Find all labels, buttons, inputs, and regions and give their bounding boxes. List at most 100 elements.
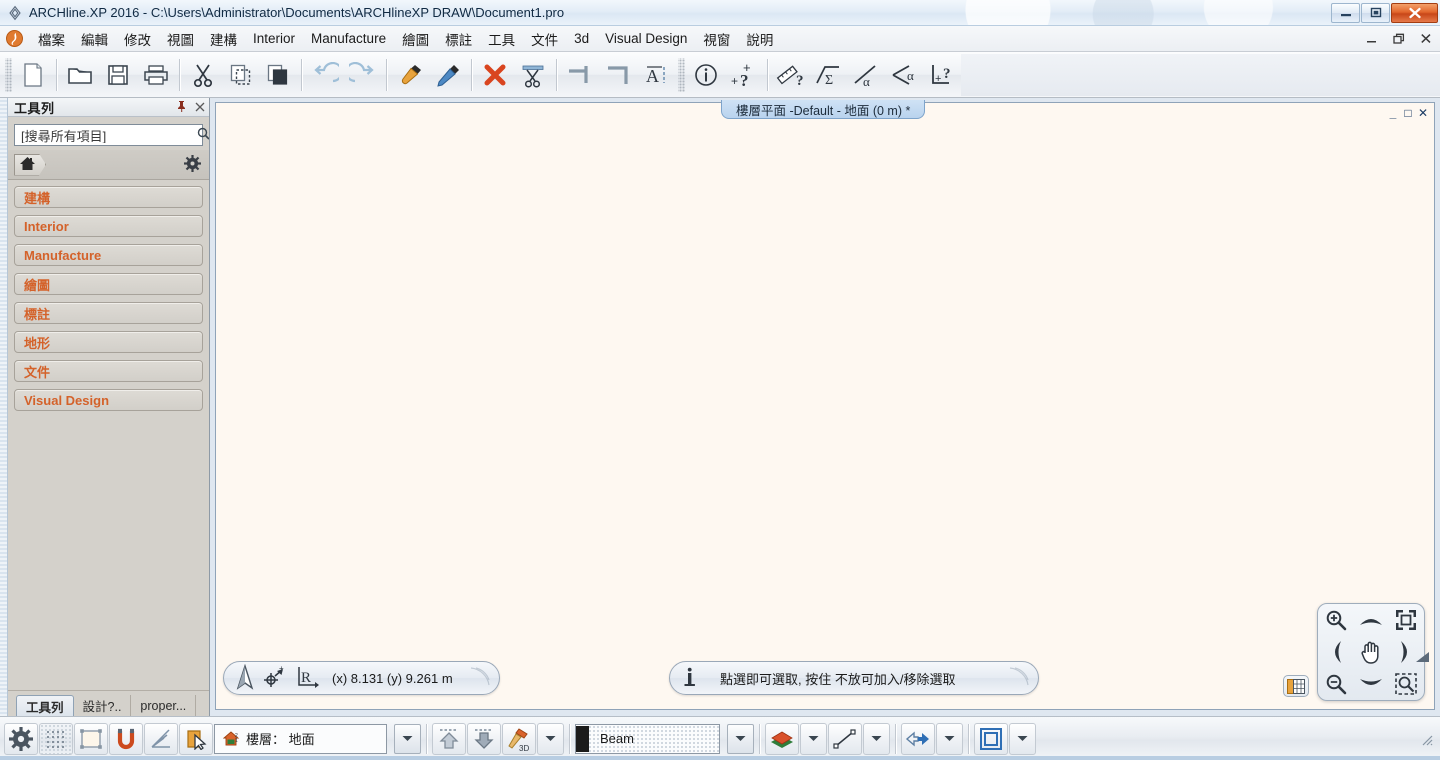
floor-selector-dropdown-button[interactable] <box>394 724 421 754</box>
panel-tab-toolbox[interactable]: 工具列 <box>16 695 74 716</box>
doc-minimize-button[interactable]: _ <box>1387 106 1399 119</box>
category-terrain[interactable]: 地形 <box>14 331 203 353</box>
measure-distance-button[interactable]: ? <box>772 55 810 95</box>
zoom-fit-button[interactable] <box>1389 604 1424 636</box>
level-up-button[interactable] <box>432 723 466 755</box>
menu-document[interactable]: 文件 <box>523 26 566 52</box>
menu-tools[interactable]: 工具 <box>480 26 523 52</box>
line-type-dropdown-button[interactable] <box>863 723 890 755</box>
bottom-scroll-strip[interactable] <box>0 756 1440 760</box>
pan-up-button[interactable] <box>1353 604 1388 636</box>
query-point-button[interactable]: + + ? <box>725 55 763 95</box>
left-dock-rail[interactable] <box>0 98 8 716</box>
close-icon[interactable] <box>195 100 205 115</box>
toolbar-grip[interactable] <box>5 58 12 92</box>
floor-selector[interactable]: 2 1 樓層： 地面 <box>214 724 387 754</box>
grid-toggle-button[interactable] <box>39 723 73 755</box>
panel-tab-design[interactable]: 設計?.. <box>74 695 132 716</box>
toolbar-grip[interactable] <box>678 58 685 92</box>
cut-button[interactable] <box>184 55 222 95</box>
category-build[interactable]: 建構 <box>14 186 203 208</box>
copy-button[interactable] <box>222 55 260 95</box>
dimension-style-dropdown-button[interactable] <box>936 723 963 755</box>
trim-corner-button[interactable] <box>561 55 599 95</box>
save-document-button[interactable] <box>99 55 137 95</box>
doc-restore-button[interactable]: □ <box>1402 106 1414 119</box>
angle-snap-button[interactable] <box>144 723 178 755</box>
menu-build[interactable]: 建構 <box>202 26 245 52</box>
doc-close-button[interactable]: ✕ <box>1417 106 1429 119</box>
search-box[interactable] <box>14 124 203 146</box>
crosshair-relative-icon[interactable]: + <box>262 664 288 693</box>
menu-dimension[interactable]: 標註 <box>437 26 480 52</box>
level-down-button[interactable] <box>467 723 501 755</box>
zoom-in-button[interactable] <box>1318 604 1353 636</box>
material-library-dropdown-button[interactable] <box>800 723 827 755</box>
mdi-close-button[interactable] <box>1419 32 1432 45</box>
print-button[interactable] <box>137 55 175 95</box>
menu-draw[interactable]: 繪圖 <box>394 26 437 52</box>
open-document-button[interactable] <box>61 55 99 95</box>
layer-color-swatch[interactable] <box>576 726 589 752</box>
resize-grip[interactable] <box>1419 732 1433 746</box>
layer-selector-dropdown-button[interactable] <box>727 724 754 754</box>
pin-icon[interactable] <box>176 100 187 115</box>
property-brush-button[interactable] <box>391 55 429 95</box>
settings-button[interactable] <box>4 723 38 755</box>
measure-height-button[interactable]: + ? <box>923 55 961 95</box>
document-tab[interactable]: 樓層平面 -Default - 地面 (0 m) * <box>721 100 925 119</box>
minimize-button[interactable] <box>1331 3 1360 23</box>
app-orb-icon[interactable] <box>6 30 23 47</box>
pan-hand-button[interactable] <box>1353 636 1388 668</box>
edit-3d-button[interactable]: 3D <box>502 723 536 755</box>
drawing-canvas[interactable] <box>216 103 1434 709</box>
mdi-minimize-button[interactable] <box>1365 32 1378 45</box>
category-draw[interactable]: 繪圖 <box>14 273 203 295</box>
menu-visual-design[interactable]: Visual Design <box>597 28 695 49</box>
property-picker-button[interactable] <box>429 55 467 95</box>
search-icon[interactable] <box>197 127 209 143</box>
pan-down-button[interactable] <box>1353 668 1388 700</box>
category-manufacture[interactable]: Manufacture <box>14 244 203 266</box>
close-button[interactable] <box>1391 3 1438 23</box>
snap-magnet-button[interactable] <box>109 723 143 755</box>
info-button[interactable] <box>687 55 725 95</box>
new-document-button[interactable] <box>14 55 52 95</box>
menu-file[interactable]: 檔案 <box>30 26 73 52</box>
text-edit-button[interactable]: A <box>637 55 675 95</box>
toolbox-settings-button[interactable] <box>184 155 201 175</box>
search-input[interactable] <box>21 128 197 143</box>
undo-button[interactable] <box>306 55 344 95</box>
mdi-restore-button[interactable] <box>1392 32 1405 45</box>
pan-left-button[interactable] <box>1318 636 1353 668</box>
frame-style-button[interactable] <box>974 723 1008 755</box>
select-layer-button[interactable] <box>179 723 213 755</box>
menu-3d[interactable]: 3d <box>566 28 597 49</box>
edit-3d-dropdown-button[interactable] <box>537 723 564 755</box>
frame-style-dropdown-button[interactable] <box>1009 723 1036 755</box>
page-frame-button[interactable] <box>74 723 108 755</box>
relative-axis-r-icon[interactable]: R <box>294 664 320 693</box>
trim-button[interactable] <box>514 55 552 95</box>
measure-angle-button[interactable]: α <box>885 55 923 95</box>
view-table-button[interactable] <box>1283 675 1309 697</box>
zoom-out-button[interactable] <box>1318 668 1353 700</box>
category-document[interactable]: 文件 <box>14 360 203 382</box>
category-dimension[interactable]: 標註 <box>14 302 203 324</box>
redo-button[interactable] <box>344 55 382 95</box>
north-arrow-icon[interactable] <box>234 664 256 693</box>
line-type-button[interactable] <box>828 723 862 755</box>
menu-view[interactable]: 視圖 <box>159 26 202 52</box>
menu-modify[interactable]: 修改 <box>116 26 159 52</box>
dimension-style-button[interactable] <box>901 723 935 755</box>
menu-interior[interactable]: Interior <box>245 28 303 49</box>
extend-corner-button[interactable] <box>599 55 637 95</box>
menu-window[interactable]: 視窗 <box>695 26 738 52</box>
menu-edit[interactable]: 編輯 <box>73 26 116 52</box>
home-breadcrumb-button[interactable] <box>14 154 46 176</box>
material-library-button[interactable] <box>765 723 799 755</box>
category-visual-design[interactable]: Visual Design <box>14 389 203 411</box>
menu-manufacture[interactable]: Manufacture <box>303 28 394 49</box>
layer-selector[interactable]: Beam <box>575 724 720 754</box>
category-interior[interactable]: Interior <box>14 215 203 237</box>
